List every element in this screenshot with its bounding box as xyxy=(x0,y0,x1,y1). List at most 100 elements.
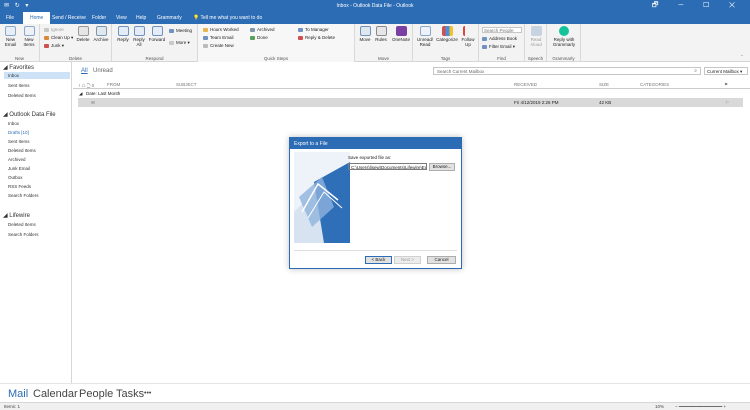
rules-button[interactable]: Rules xyxy=(374,26,388,42)
filter-all[interactable]: All xyxy=(81,68,88,74)
collapse-ribbon-icon[interactable]: ⌃ xyxy=(740,54,744,60)
search-scope-dropdown[interactable]: Current Mailbox ▾ xyxy=(704,67,748,75)
table-row[interactable]: ✉ Fri 4/12/2019 2:26 PM 42 KB ⚐ xyxy=(78,98,743,107)
more-respond-button[interactable]: More ▾ xyxy=(169,40,190,46)
clean-up-button[interactable]: Clean Up ▾ xyxy=(44,35,73,41)
new-items-icon xyxy=(23,26,35,36)
quick-step-done[interactable]: Done xyxy=(250,35,268,40)
lifewire-header[interactable]: ◢ Lifewire xyxy=(3,212,30,219)
quick-step-team-email[interactable]: Team Email xyxy=(203,35,234,40)
column-categories[interactable]: CATEGORIES xyxy=(640,82,669,87)
folder-rss-feeds[interactable]: RSS Feeds xyxy=(8,184,31,189)
meeting-button[interactable]: Meeting xyxy=(169,28,192,33)
onenote-button[interactable]: OneNote xyxy=(390,26,412,42)
tell-me-box[interactable]: 💡 Tell me what you want to do xyxy=(193,15,262,21)
checkmark-icon xyxy=(250,35,255,40)
back-button[interactable]: < Back xyxy=(365,256,392,264)
clean-up-icon xyxy=(44,35,49,40)
nav-tasks[interactable]: Tasks xyxy=(116,388,144,400)
nav-mail[interactable]: Mail xyxy=(8,388,28,400)
reply-icon xyxy=(117,26,129,36)
folder-drafts[interactable]: Drafts [10] xyxy=(8,130,29,135)
data-file-header[interactable]: ◢ Outlook Data File xyxy=(3,111,56,118)
search-people-input[interactable]: Search People xyxy=(482,27,522,33)
address-book-button[interactable]: Address Book xyxy=(482,36,517,41)
nav-more[interactable]: ••• xyxy=(144,390,151,397)
unread-read-button[interactable]: Unread/ Read xyxy=(415,26,435,47)
filter-unread[interactable]: Unread xyxy=(93,68,113,74)
browse-button[interactable]: Browse... xyxy=(429,163,455,171)
nav-calendar[interactable]: Calendar xyxy=(33,388,78,400)
move-button[interactable]: Move xyxy=(358,26,372,42)
folder-search-folders[interactable]: Search Folders xyxy=(8,193,39,198)
folder-outbox[interactable]: Outbox xyxy=(8,175,23,180)
lifewire-header-label: Lifewire xyxy=(9,213,30,219)
reply-button[interactable]: Reply xyxy=(116,26,130,42)
lightbulb-icon: 💡 xyxy=(193,15,201,21)
new-email-button[interactable]: New Email xyxy=(2,26,19,47)
group-label-move: Move xyxy=(377,56,389,61)
delete-button[interactable]: Delete xyxy=(75,26,91,42)
favorite-deleted-items[interactable]: Deleted Items xyxy=(8,93,36,98)
column-subject[interactable]: SUBJECT xyxy=(176,82,197,87)
window-controls[interactable]: 🗗 ─ ☐ ✕ xyxy=(652,1,744,12)
tab-home[interactable]: Home xyxy=(23,12,51,24)
folder-archived[interactable]: Archived xyxy=(8,157,26,162)
forward-icon xyxy=(151,26,163,36)
archive-label: Archive xyxy=(93,37,109,42)
tab-folder[interactable]: Folder xyxy=(92,15,106,21)
tab-view[interactable]: View xyxy=(116,15,127,21)
next-button[interactable]: Next > xyxy=(394,256,421,264)
column-from[interactable]: FROM xyxy=(107,82,120,87)
follow-up-button[interactable]: Follow Up xyxy=(459,26,477,47)
quick-step-to-manager[interactable]: To Manager xyxy=(298,27,329,32)
categorize-button[interactable]: Categorize xyxy=(436,26,458,42)
favorite-inbox[interactable]: Inbox xyxy=(4,72,70,79)
column-size[interactable]: SIZE xyxy=(599,82,609,87)
lifewire-search-folders[interactable]: Search Folders xyxy=(8,232,39,237)
forward-button[interactable]: Forward xyxy=(148,26,166,42)
zoom-level[interactable]: 10% xyxy=(655,404,664,409)
group-label-tags: Tags xyxy=(440,56,451,61)
reply-with-grammarly-label: Reply with Grammarly xyxy=(552,37,576,47)
search-mailbox-input[interactable]: Search Current Mailbox ⌕ xyxy=(433,67,701,75)
quick-step-reply-delete[interactable]: Reply & Delete xyxy=(298,35,335,40)
quick-step-archived[interactable]: Archived xyxy=(250,27,275,32)
folder-deleted-items[interactable]: Deleted Items xyxy=(8,148,36,153)
quick-step-create-new[interactable]: Create New xyxy=(203,43,234,48)
folder-sent-items[interactable]: Sent Items xyxy=(8,139,30,144)
ignore-button[interactable]: Ignore xyxy=(44,27,64,32)
new-items-button[interactable]: New Items xyxy=(20,26,38,47)
zoom-slider[interactable]: − ━━━━━━━━━━━━━━━━ + xyxy=(675,404,726,410)
archive-button[interactable]: Archive xyxy=(92,26,110,42)
junk-button[interactable]: Junk ▾ xyxy=(44,43,64,49)
filter-email-button[interactable]: Filter Email ▾ xyxy=(482,44,515,50)
row-flag-icon[interactable]: ⚐ xyxy=(725,100,729,106)
group-quick-steps: Hours Worked Team Email Create New Archi… xyxy=(198,24,355,62)
reply-with-grammarly-button[interactable]: Reply with Grammarly xyxy=(549,26,579,47)
search-icon[interactable]: ⌕ xyxy=(694,68,697,74)
lifewire-deleted-items[interactable]: Deleted Items xyxy=(8,222,36,227)
save-path-input[interactable]: C:\Users\lisew\Documents\Lifewire\Ex xyxy=(348,163,427,170)
group-label-respond: Respond xyxy=(145,56,164,61)
tab-help[interactable]: Help xyxy=(136,15,146,21)
reply-all-button[interactable]: Reply All xyxy=(132,26,146,47)
tab-send-receive[interactable]: Send / Receive xyxy=(52,15,86,21)
tab-file[interactable]: File xyxy=(6,15,14,21)
new-items-label: New Items xyxy=(23,37,35,47)
nav-people[interactable]: People xyxy=(79,388,113,400)
folder-inbox[interactable]: Inbox xyxy=(8,121,19,126)
cancel-button[interactable]: Cancel xyxy=(427,256,456,264)
read-aloud-button[interactable]: Read Aloud xyxy=(527,26,545,47)
quick-step-hours-worked[interactable]: Hours Worked xyxy=(203,27,239,32)
favorite-sent-items[interactable]: Sent Items xyxy=(8,83,30,88)
favorites-header[interactable]: ◢ Favorites xyxy=(3,64,34,71)
grammarly-icon xyxy=(559,26,569,36)
collapse-group-icon[interactable]: ◢ xyxy=(79,91,82,97)
group-header-row[interactable]: ◢ Date: Last Month xyxy=(73,89,750,97)
flag-column-icon[interactable]: ⚑ xyxy=(724,82,728,88)
column-received[interactable]: RECEIVED xyxy=(514,82,537,87)
reply-delete-icon xyxy=(298,35,303,40)
folder-junk-email[interactable]: Junk Email xyxy=(8,166,30,171)
tab-grammarly[interactable]: Grammarly xyxy=(157,15,182,21)
